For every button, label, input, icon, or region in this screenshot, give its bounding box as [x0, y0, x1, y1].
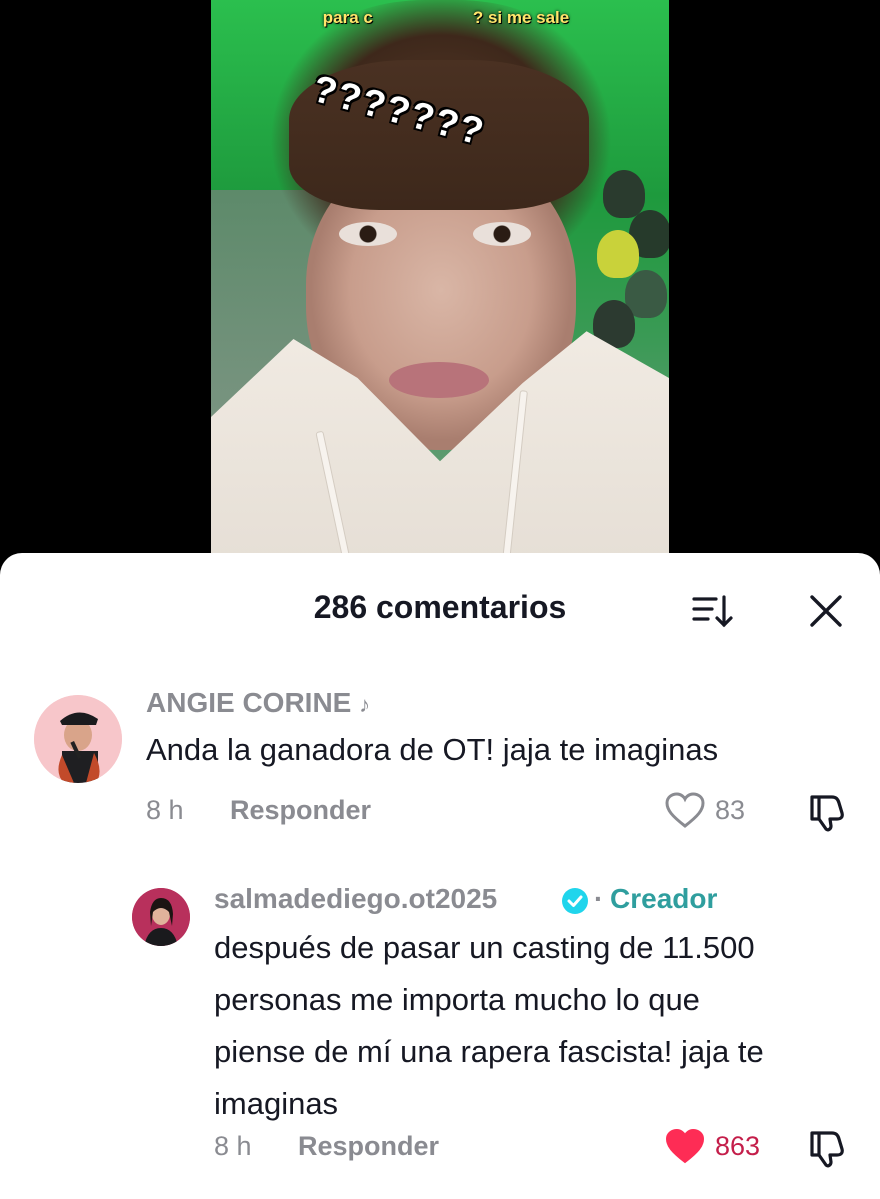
username-text: salmadediego.ot2025	[214, 883, 498, 914]
dislike-button[interactable]	[806, 1127, 848, 1174]
sort-button[interactable]	[688, 591, 736, 631]
comment-text-line: imaginas	[214, 1086, 339, 1121]
avatar[interactable]	[34, 695, 122, 783]
comment-username[interactable]: ANGIE CORINE ♪	[146, 687, 370, 719]
creator-label: Creador	[610, 883, 718, 914]
verified-badge-icon	[561, 887, 589, 920]
comments-count-title: 286 comentarios	[313, 589, 567, 625]
dislike-icon	[810, 1131, 844, 1168]
heart-icon	[665, 1128, 705, 1164]
comment-text-line: personas me importa mucho lo que	[214, 982, 700, 1017]
comment-username[interactable]: salmadediego.ot2025	[214, 883, 497, 915]
video-person-eye-left	[339, 222, 397, 246]
sort-icon	[692, 595, 733, 628]
comment-text: Anda la ganadora de OT! jaja te imaginas	[146, 732, 719, 767]
like-count: 83	[715, 795, 746, 825]
like-button[interactable]	[664, 791, 706, 834]
comment-text-line: piense de mí una rapera fascista! jaja t…	[214, 1034, 764, 1069]
like-button[interactable]	[664, 1127, 706, 1170]
music-note-glyph: ♪	[359, 692, 371, 717]
comment-text: después de pasar un casting de 11.500 pe…	[214, 927, 764, 1124]
dislike-button[interactable]	[806, 791, 848, 838]
video-frame[interactable]: para c? si me sale ???????	[211, 0, 669, 560]
avatar-image	[132, 888, 190, 946]
comment-time: 8 h	[214, 1131, 252, 1161]
role-separator: ·	[594, 883, 604, 914]
username-text: ANGIE CORINE	[146, 687, 352, 718]
avatar[interactable]	[132, 888, 190, 946]
avatar-image	[34, 695, 122, 783]
heart-icon	[665, 792, 705, 828]
comment-time: 8 h	[146, 795, 184, 825]
reply-button[interactable]: Responder	[298, 1131, 439, 1162]
comments-sheet: 286 comentarios ANGIE CORINE ♪ Anda la g…	[0, 553, 880, 1199]
close-icon	[810, 595, 842, 627]
close-button[interactable]	[806, 591, 846, 631]
comment-text-line: después de pasar un casting de 11.500	[214, 930, 755, 965]
video-person-lips	[389, 362, 489, 398]
dislike-icon	[810, 795, 844, 832]
video-person-eye-right	[473, 222, 531, 246]
video-caption: para c? si me sale	[322, 8, 570, 27]
like-count: 863	[715, 1131, 761, 1161]
reply-button[interactable]: Responder	[230, 795, 371, 826]
